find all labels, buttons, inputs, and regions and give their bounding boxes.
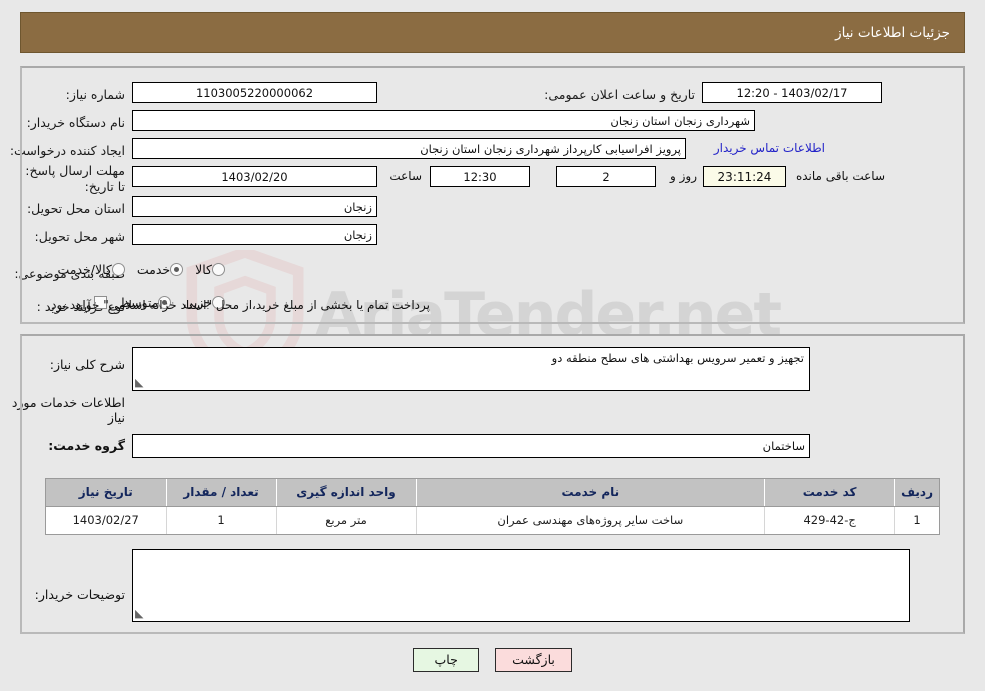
back-button[interactable]: بازگشت [495,648,572,672]
action-button-row: بازگشت چاپ [0,648,985,672]
need-details-panel [20,334,965,634]
page-header-bar: جزئیات اطلاعات نیاز [20,12,965,53]
print-button[interactable]: چاپ [413,648,480,672]
page-root: جزئیات اطلاعات نیاز AriaTender.net شماره… [0,0,985,691]
need-info-panel [20,66,965,324]
page-title: جزئیات اطلاعات نیاز [835,24,950,41]
